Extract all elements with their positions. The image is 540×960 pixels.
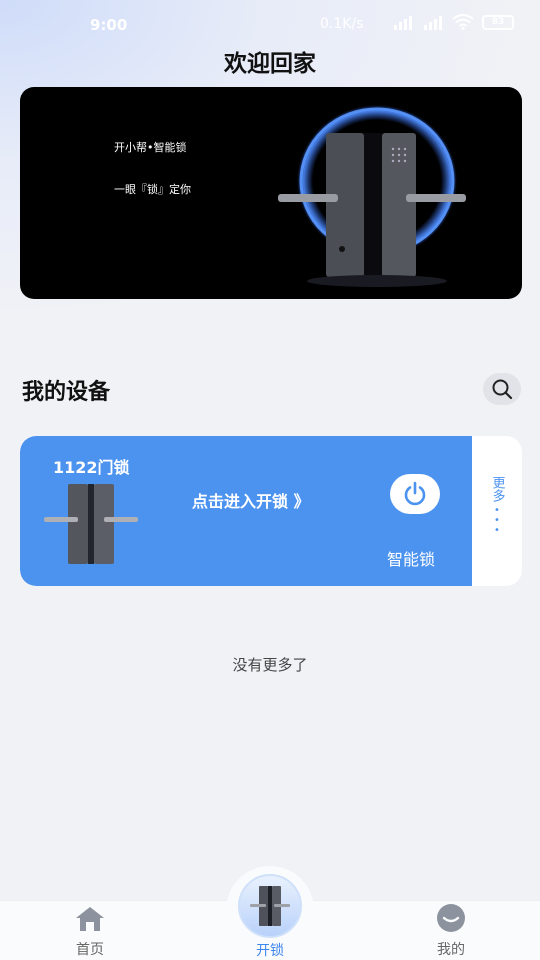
home-icon	[76, 907, 104, 931]
tab-home[interactable]: 首页	[30, 901, 150, 960]
more-label: 更多	[489, 476, 505, 502]
wifi-icon	[452, 14, 474, 30]
power-button[interactable]	[390, 474, 440, 514]
door-lock-icon	[250, 886, 290, 926]
device-card[interactable]: 1122门锁 点击进入开锁 》 智能锁 更多 • • •	[20, 436, 522, 586]
search-icon	[492, 379, 513, 400]
device-name: 1122门锁	[53, 458, 130, 477]
more-dots-icon: • • •	[494, 505, 500, 536]
door-lock-image	[44, 484, 138, 564]
battery-icon: 83	[482, 14, 514, 30]
profile-icon	[437, 904, 465, 932]
status-icons: 83	[392, 14, 514, 30]
no-more-note: 没有更多了	[232, 656, 308, 674]
search-button[interactable]	[483, 373, 521, 405]
signal-icon	[392, 14, 414, 30]
banner-headline: 开小帮•智能锁	[114, 141, 187, 154]
promo-banner[interactable]: 开小帮•智能锁 一眼『锁』定你	[20, 87, 522, 299]
page-title: 欢迎回家	[224, 51, 316, 77]
status-time: 9:00	[90, 16, 128, 34]
device-type: 智能锁	[387, 550, 436, 569]
more-button[interactable]: 更多 • • •	[472, 436, 522, 586]
tab-me-label: 我的	[437, 942, 465, 958]
tab-me[interactable]: 我的	[391, 901, 511, 960]
banner-slogan: 一眼『锁』定你	[114, 183, 191, 196]
smart-lock-illustration	[278, 105, 466, 287]
my-devices-heading: 我的设备	[22, 380, 111, 405]
network-speed: 0.1K/s	[320, 16, 364, 32]
power-icon	[404, 481, 426, 506]
tab-unlock[interactable]: 开锁	[226, 866, 314, 959]
tab-home-label: 首页	[76, 942, 104, 958]
enter-unlock-link[interactable]: 点击进入开锁 》	[192, 488, 310, 512]
device-card-main[interactable]: 1122门锁 点击进入开锁 》 智能锁	[20, 436, 472, 586]
status-bar: 9:00 0.1K/s 83	[0, 0, 540, 48]
signal-icon-2	[422, 14, 444, 30]
unlock-tab-button[interactable]	[238, 874, 302, 938]
tab-unlock-label: 开锁	[256, 943, 284, 959]
